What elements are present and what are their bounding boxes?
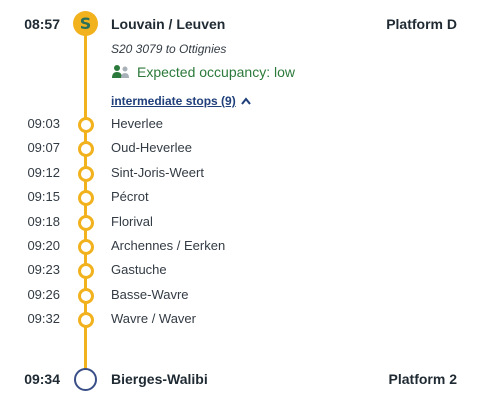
stop-station: Gastuche bbox=[111, 262, 167, 278]
badge-letter: S bbox=[79, 14, 92, 33]
destination-circle-icon bbox=[74, 368, 97, 391]
arrival-time: 09:34 bbox=[24, 371, 60, 387]
stop-time: 09:12 bbox=[27, 164, 60, 180]
occupancy-label: Expected occupancy: low bbox=[137, 64, 295, 80]
stop-dot-icon bbox=[78, 117, 94, 133]
departure-time: 08:57 bbox=[24, 16, 60, 32]
stop-station: Basse-Wavre bbox=[111, 286, 189, 302]
arrival-platform: Platform 2 bbox=[388, 371, 457, 387]
intermediate-stops-label[interactable]: intermediate stops (9) bbox=[111, 94, 236, 108]
chevron-up-icon bbox=[240, 97, 251, 105]
stop-dot-icon bbox=[78, 190, 94, 207]
stop-station: Heverlee bbox=[111, 116, 164, 131]
stop-time: 09:32 bbox=[27, 311, 60, 327]
stop-station: Oud-Heverlee bbox=[111, 140, 192, 156]
stop-dot-icon bbox=[78, 165, 94, 182]
stop-station: Pécrot bbox=[111, 189, 149, 205]
departure-platform: Platform D bbox=[386, 16, 457, 32]
intermediate-stops-toggle[interactable]: intermediate stops (9) bbox=[111, 94, 252, 108]
arrival-station: Bierges-Walibi bbox=[111, 371, 208, 387]
s-train-badge-icon: S bbox=[73, 11, 98, 36]
stop-dot-icon bbox=[78, 312, 94, 329]
departure-station: Louvain / Leuven bbox=[111, 16, 226, 32]
stop-time: 09:15 bbox=[27, 189, 60, 205]
stop-time: 09:03 bbox=[27, 116, 60, 131]
stop-station: Florival bbox=[111, 213, 153, 229]
stop-station: Wavre / Waver bbox=[111, 311, 196, 327]
stop-time: 09:26 bbox=[27, 286, 60, 302]
occupancy-indicator: Expected occupancy: low bbox=[111, 64, 295, 80]
stop-time: 09:07 bbox=[27, 140, 60, 156]
stop-time: 09:20 bbox=[27, 238, 60, 253]
stop-dot-icon bbox=[78, 239, 94, 255]
stop-station: Archennes / Eerken bbox=[111, 238, 226, 253]
stop-dot-icon bbox=[78, 263, 94, 280]
people-icon bbox=[112, 65, 129, 78]
train-info: S20 3079 to Ottignies bbox=[111, 42, 227, 56]
stop-station: Sint-Joris-Weert bbox=[111, 164, 204, 180]
stop-time: 09:23 bbox=[27, 262, 60, 278]
stop-time: 09:18 bbox=[27, 213, 60, 229]
stop-dot-icon bbox=[78, 287, 94, 304]
stop-dot-icon bbox=[78, 141, 94, 158]
stop-dot-icon bbox=[78, 214, 94, 231]
